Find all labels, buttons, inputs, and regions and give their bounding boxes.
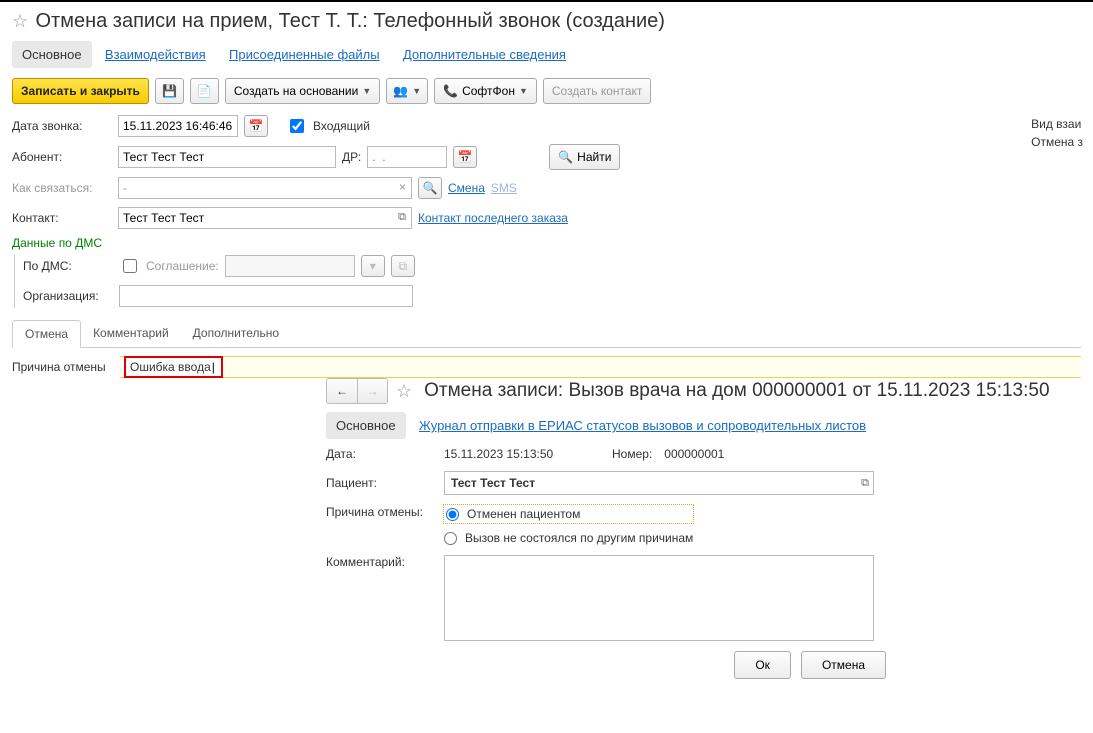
modal-reason-label: Причина отмены: [326, 505, 436, 519]
open-icon[interactable]: ⧉ [398, 211, 406, 224]
chevron-down-icon: ▼ [362, 86, 371, 96]
nav-back-forward: ← → [326, 378, 388, 404]
modal-comment-label: Комментарий: [326, 555, 436, 569]
favorite-star-icon-2[interactable]: ☆ [396, 381, 412, 402]
arrow-left-icon: ← [336, 384, 348, 398]
modal-tab-main[interactable]: Основное [326, 412, 406, 439]
clipped-side-panel: Вид взаи Отмена з [1031, 115, 1083, 151]
chevron-down-icon: ▼ [412, 86, 421, 96]
birth-date-label: ДР: [342, 150, 361, 164]
subtab-extra[interactable]: Дополнительно [181, 320, 291, 347]
open-icon[interactable]: ⧉ [861, 477, 869, 490]
save-button[interactable]: 💾 [155, 78, 184, 104]
modal-ok-button[interactable]: Ок [734, 651, 791, 679]
modal-comment-textarea[interactable] [444, 555, 874, 641]
modal-date-label: Дата: [326, 447, 436, 461]
call-date-input[interactable] [118, 115, 238, 137]
organization-label: Организация: [23, 289, 113, 303]
modal-number-value: 000000001 [664, 447, 724, 461]
calendar-button[interactable]: 📅 [244, 115, 268, 137]
calendar-icon: 📅 [458, 150, 473, 164]
modal-date-value: 15.11.2023 15:13:50 [444, 447, 604, 461]
people-button[interactable]: 👥 ▼ [386, 78, 428, 104]
cancel-reason-value: Ошибка ввода [130, 360, 215, 374]
agreement-input [225, 255, 355, 277]
subtab-cancel[interactable]: Отмена [12, 320, 81, 348]
calendar-button-2[interactable]: 📅 [453, 146, 477, 168]
modal-title: Отмена записи: Вызов врача на дом 000000… [424, 380, 1049, 402]
agreement-label: Соглашение: [146, 259, 219, 273]
call-date-label: Дата звонка: [12, 119, 112, 133]
save-and-close-button[interactable]: Записать и закрыть [12, 78, 149, 104]
page-header: ☆ Отмена записи на прием, Тест Т. Т.: Те… [12, 10, 1081, 33]
cancel-reason-field[interactable]: Ошибка ввода [120, 356, 1081, 378]
arrow-right-icon: → [367, 384, 379, 398]
organization-input[interactable] [119, 285, 413, 307]
dms-section-title: Данные по ДМС [12, 236, 1081, 250]
phone-icon: 📞 [443, 84, 458, 98]
agreement-open: ⧉ [391, 255, 415, 277]
by-dms-checkbox[interactable] [123, 259, 137, 273]
create-based-on-button[interactable]: Создать на основании ▼ [225, 78, 380, 104]
last-order-contact-link[interactable]: Контакт последнего заказа [418, 211, 568, 225]
navtab-main[interactable]: Основное [12, 41, 92, 68]
document-button[interactable]: 📄 [190, 78, 219, 104]
search-icon: 🔍 [558, 150, 573, 164]
radio-other-reason[interactable] [444, 532, 457, 545]
people-icon: 👥 [393, 84, 408, 98]
search-iconbutton[interactable]: 🔍 [418, 177, 442, 199]
modal-patient-field[interactable]: Тест Тест Тест ⧉ [444, 471, 874, 495]
floppy-icon: 💾 [162, 84, 177, 98]
subscriber-input[interactable] [118, 146, 336, 168]
navtab-additional-info[interactable]: Дополнительные сведения [393, 41, 576, 68]
navtab-attached-files[interactable]: Присоединенные файлы [219, 41, 390, 68]
sms-link[interactable]: SMS [491, 181, 517, 195]
chevron-down-icon: ▼ [519, 86, 528, 96]
modal-patient-value: Тест Тест Тест [451, 476, 535, 490]
form: Дата звонка: 📅 Входящий Абонент: ДР: 📅 🔍… [12, 114, 1081, 378]
search-icon: 🔍 [423, 181, 438, 195]
favorite-star-icon[interactable]: ☆ [12, 11, 28, 32]
document-icon: 📄 [197, 84, 212, 98]
modal-tab-journal[interactable]: Журнал отправки в ЕРИАС статусов вызовов… [409, 412, 876, 439]
forward-button[interactable]: → [357, 379, 387, 403]
radio-other-reason-label: Вызов не состоялся по другим причинам [465, 531, 693, 545]
clear-icon[interactable]: × [399, 180, 406, 194]
radio-cancelled-by-patient-label: Отменен пациентом [467, 507, 580, 521]
incoming-label: Входящий [313, 119, 370, 133]
incoming-checkbox[interactable] [290, 119, 304, 133]
back-button[interactable]: ← [327, 379, 357, 403]
subscriber-label: Абонент: [12, 150, 112, 164]
modal-cancel-button[interactable]: Отмена [801, 651, 886, 679]
softphone-button[interactable]: 📞 СофтФон ▼ [434, 78, 537, 104]
agreement-dropdown: ▾ [361, 255, 385, 277]
howto-contact-label: Как связаться: [12, 181, 112, 195]
calendar-icon: 📅 [249, 119, 264, 133]
contact-label: Контакт: [12, 211, 112, 225]
page-title: Отмена записи на прием, Тест Т. Т.: Теле… [35, 10, 664, 33]
cancel-record-modal: ← → ☆ Отмена записи: Вызов врача на дом … [326, 378, 1084, 679]
toolbar: Записать и закрыть 💾 📄 Создать на основа… [12, 78, 1081, 104]
modal-number-label: Номер: [612, 447, 652, 461]
navtab-interactions[interactable]: Взаимодействия [95, 41, 216, 68]
find-button[interactable]: 🔍 Найти [549, 144, 620, 170]
create-contact-button[interactable]: Создать контакт [543, 78, 652, 104]
subtab-comment[interactable]: Комментарий [81, 320, 181, 347]
shift-link[interactable]: Смена [448, 181, 485, 195]
subtabs: Отмена Комментарий Дополнительно [12, 320, 1081, 348]
nav-tabs: Основное Взаимодействия Присоединенные ф… [12, 41, 1081, 68]
howto-contact-input[interactable] [118, 177, 412, 199]
birth-date-input[interactable] [367, 146, 447, 168]
contact-input[interactable] [118, 207, 412, 229]
modal-patient-label: Пациент: [326, 476, 436, 490]
by-dms-label: По ДМС: [23, 259, 113, 273]
radio-cancelled-by-patient[interactable] [446, 508, 459, 521]
cancel-reason-label: Причина отмены [12, 360, 120, 374]
